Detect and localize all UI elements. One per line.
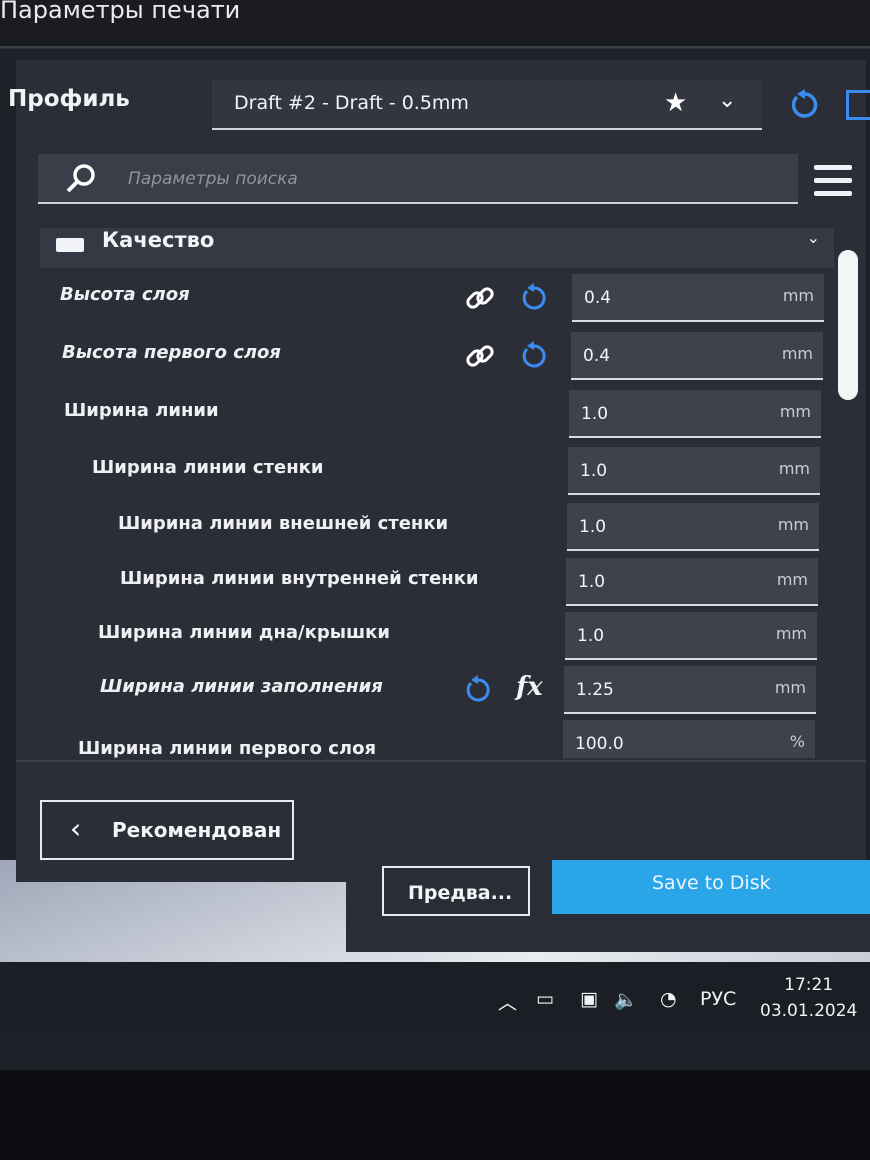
battery-icon[interactable]: ▭ (536, 988, 554, 1010)
setting-row: Ширина линии внешней стенки 1.0 mm (12, 503, 834, 557)
language-indicator[interactable]: РУС (700, 988, 736, 1010)
recommended-button[interactable]: ‹ Рекомендован (40, 800, 294, 860)
setting-value: 1.0 (577, 626, 605, 646)
setting-label: Ширина линии внутренней стенки (120, 568, 479, 589)
setting-value-field[interactable]: 0.4 mm (572, 274, 824, 322)
setting-value-field[interactable]: 1.25 mm (564, 666, 816, 714)
setting-unit: mm (774, 678, 806, 697)
setting-row: Высота первого слоя 0.4 mm (12, 332, 834, 386)
setting-value: 100.0 (575, 734, 624, 754)
setting-label: Ширина линии заполнения (100, 676, 383, 697)
setting-label: Ширина линии дна/крышки (98, 622, 390, 643)
setting-value-field[interactable]: 1.0 mm (567, 503, 819, 551)
setting-row: Ширина линии первого слоя 100.0 % (12, 720, 834, 758)
taskbar-clock[interactable]: 17:21 03.01.2024 (760, 972, 857, 1024)
settings-list: Качество ⌄ Высота слоя 0.4 mm Высота пер… (12, 228, 834, 758)
recommended-button-label: Рекомендован (112, 818, 282, 842)
star-icon[interactable]: ★ (664, 88, 687, 118)
save-to-disk-label: Save to Disk (652, 872, 771, 894)
setting-row: Ширина линии стенки 1.0 mm (12, 447, 834, 501)
function-icon[interactable]: fx (516, 672, 543, 702)
search-input[interactable] (126, 166, 730, 192)
setting-row: Ширина линии 1.0 mm (12, 390, 834, 444)
title-divider (0, 46, 870, 48)
category-header-quality[interactable]: Качество ⌄ (40, 228, 834, 268)
profile-selected-value: Draft #2 - Draft - 0.5mm (234, 92, 469, 114)
volume-icon[interactable]: 🔈 (614, 988, 638, 1011)
setting-label: Ширина линии (64, 400, 219, 421)
clock-time: 17:21 (784, 975, 834, 995)
setting-label: Ширина линии внешней стенки (118, 513, 449, 534)
setting-label: Высота слоя (60, 284, 190, 305)
meet-now-icon[interactable]: ▣ (580, 988, 598, 1010)
setting-value-field[interactable]: 1.0 mm (565, 612, 817, 660)
setting-label: Высота первого слоя (62, 342, 281, 363)
search-icon (66, 164, 95, 193)
setting-row: Ширина линии дна/крышки 1.0 mm (12, 612, 834, 666)
reset-icon[interactable] (518, 340, 550, 372)
setting-value: 1.25 (576, 680, 614, 700)
link-icon[interactable] (464, 282, 496, 314)
window-title: Параметры печати (0, 0, 241, 24)
title-bar: Параметры печати (0, 0, 870, 49)
setting-row: Высота слоя 0.4 mm (12, 274, 834, 328)
setting-value: 0.4 (584, 288, 612, 308)
save-to-disk-button[interactable]: Save to Disk (552, 860, 870, 914)
setting-value: 1.0 (579, 517, 607, 537)
setting-value: 1.0 (580, 461, 608, 481)
search-bar (38, 154, 798, 204)
setting-value: 0.4 (583, 346, 611, 366)
setting-unit: mm (779, 402, 811, 421)
clock-date: 03.01.2024 (760, 1001, 858, 1021)
profile-label: Профиль (8, 86, 130, 112)
chevron-down-icon: ⌄ (806, 228, 820, 247)
setting-unit: mm (778, 459, 810, 478)
wifi-icon[interactable]: ◔ (660, 988, 677, 1010)
link-icon[interactable] (464, 340, 496, 372)
setting-value: 1.0 (581, 404, 609, 424)
chevron-left-icon: ‹ (70, 812, 82, 845)
profile-dropdown[interactable]: Draft #2 - Draft - 0.5mm ★ ⌄ (212, 80, 762, 130)
setting-row: Ширина линии заполнения fx 1.25 mm (12, 666, 834, 720)
setting-row: Ширина линии внутренней стенки 1.0 mm (12, 558, 834, 612)
setting-unit: mm (776, 570, 808, 589)
chevron-down-icon: ⌄ (718, 88, 737, 113)
reset-icon[interactable] (788, 88, 822, 122)
setting-value-field[interactable]: 0.4 mm (571, 332, 823, 380)
category-label: Качество (102, 228, 215, 252)
reset-icon[interactable] (462, 674, 494, 706)
chevron-up-icon[interactable]: ︿ (498, 988, 517, 1015)
setting-value-field[interactable]: 100.0 % (563, 720, 815, 758)
preview-button[interactable]: Предва... (382, 866, 530, 916)
screen: Параметры печати Профиль Draft #2 - Draf… (0, 0, 870, 1070)
setting-unit: mm (781, 344, 813, 363)
taskbar (0, 962, 870, 1032)
save-icon[interactable] (846, 90, 870, 120)
setting-value: 1.0 (578, 572, 606, 592)
preview-button-label: Предва... (408, 882, 513, 904)
setting-unit: mm (775, 624, 807, 643)
settings-scrollbar[interactable] (838, 250, 858, 400)
setting-value-field[interactable]: 1.0 mm (568, 447, 820, 495)
settings-menu-icon[interactable] (814, 165, 852, 201)
setting-label: Ширина линии первого слоя (78, 738, 377, 758)
setting-unit: mm (782, 286, 814, 305)
setting-value-field[interactable]: 1.0 mm (569, 390, 821, 438)
reset-icon[interactable] (518, 282, 550, 314)
setting-value-field[interactable]: 1.0 mm (566, 558, 818, 606)
setting-label: Ширина линии стенки (92, 457, 324, 478)
setting-unit: % (789, 732, 805, 751)
category-icon (56, 238, 84, 252)
setting-unit: mm (777, 515, 809, 534)
